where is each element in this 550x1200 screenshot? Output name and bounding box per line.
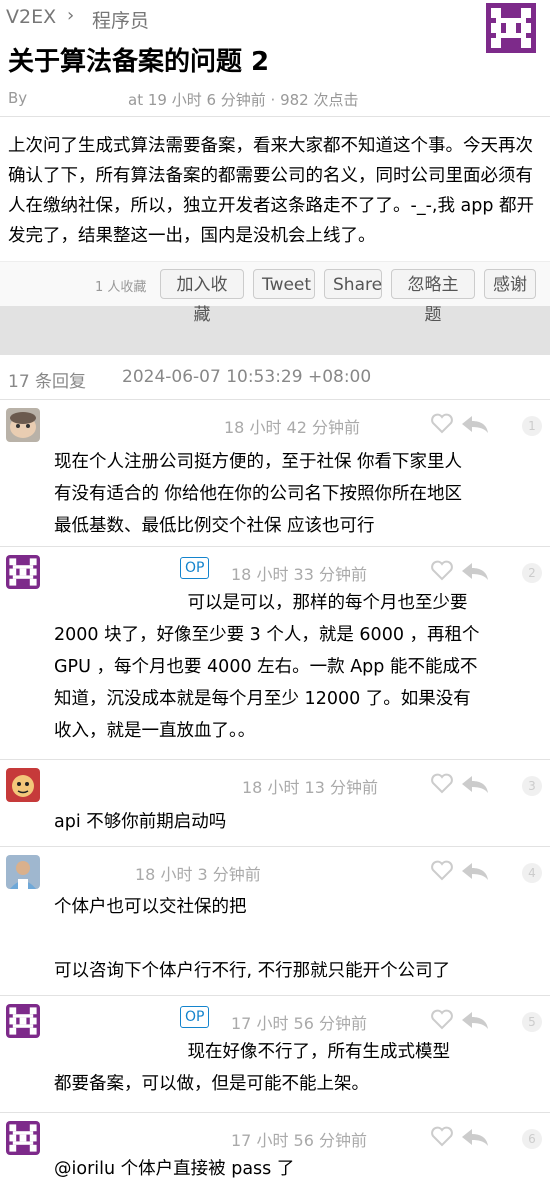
reply-icon[interactable] [460,414,490,434]
pixel-avatar-icon[interactable] [6,1004,40,1038]
share-button[interactable]: Share [324,269,382,299]
topic-actions: 1 人收藏 加入收藏 Tweet Share 忽略主题 感谢 [0,261,550,325]
reply-time: 18 小时 3 分钟前 [135,865,261,884]
v2ex-topic-page: V2EX › 程序员 关于算法备案的问题 2 By at 19 小时 6 分钟前… [0,0,550,1200]
reply-item: 17 小时 56 分钟前 6 @iorilu 个体户直接被 pass 了 [0,1113,550,1200]
pixel-avatar-icon[interactable] [6,555,40,589]
topic-box: V2EX › 程序员 关于算法备案的问题 2 By at 19 小时 6 分钟前… [0,0,550,325]
topic-title: 关于算法备案的问题 2 [8,47,270,77]
reply-item: OP 17 小时 56 分钟前 5 现在好像不行了，所有生成式模型 都要备案，可… [0,996,550,1113]
reply-time: 17 小时 56 分钟前 [231,1131,367,1150]
reply-time: 18 小时 33 分钟前 [231,565,367,584]
thank-button[interactable]: 感谢 [484,269,536,299]
reply-number: 2 [522,563,542,583]
op-badge: OP [180,1006,210,1028]
replies-datetime: 2024-06-07 10:53:29 +08:00 [122,367,372,387]
author-avatar-icon[interactable] [486,3,536,53]
tweet-button[interactable]: Tweet [253,269,315,299]
favorite-count: 1 人收藏 [95,280,147,295]
breadcrumb-site[interactable]: V2EX [6,6,56,28]
user-avatar-icon[interactable] [6,855,40,889]
user-avatar-icon[interactable] [6,408,40,442]
breadcrumb: V2EX › 程序员 [0,0,550,53]
reply-number: 5 [522,1012,542,1032]
user-avatar-icon[interactable] [6,768,40,802]
topic-content: 上次问了生成式算法需要备案，看来大家都不知道这个事。今天再次确认了下，所有算法备… [0,116,550,261]
breadcrumb-node[interactable]: 程序员 [92,6,149,33]
reply-number: 6 [522,1129,542,1149]
reply-content: 可以是可以，那样的每个月也至少要 2000 块了，好像至少要 3 个人，就是 6… [54,593,480,741]
reply-content: api 不够你前期启动吗 [54,812,227,832]
op-badge: OP [180,557,210,579]
breadcrumb-separator: › [67,5,75,26]
topic-meta-time: at 19 小时 6 分钟前 · 982 次点击 [128,91,359,109]
heart-icon[interactable] [430,859,454,881]
heart-icon[interactable] [430,1125,454,1147]
reply-content: @iorilu 个体户直接被 pass 了 [54,1159,295,1179]
reply-item: 18 小时 13 分钟前 3 api 不够你前期启动吗 [0,760,550,847]
reply-icon[interactable] [460,861,490,881]
reply-content: 现在个人注册公司挺方便的，至于社保 你看下家里人 有没有适合的 你给他在你的公司… [54,452,463,536]
reply-icon[interactable] [460,1010,490,1030]
ignore-topic-button[interactable]: 忽略主题 [391,269,475,325]
topic-meta: By at 19 小时 6 分钟前 · 982 次点击 [0,82,550,116]
reply-time: 18 小时 13 分钟前 [242,778,378,797]
reply-icon[interactable] [460,1127,490,1147]
reply-content: 现在好像不行了，所有生成式模型 都要备案，可以做，但是可能不能上架。 [54,1042,451,1094]
reply-number: 3 [522,776,542,796]
reply-count: 17 条回复 [8,372,87,392]
reply-time: 18 小时 42 分钟前 [224,418,360,437]
reply-time: 17 小时 56 分钟前 [231,1014,367,1033]
replies-box: 17 条回复 2024-06-07 10:53:29 +08:00 18 小时 … [0,355,550,1200]
reply-number: 1 [522,416,542,436]
favorite-button[interactable]: 加入收藏 [160,269,244,325]
heart-icon[interactable] [430,559,454,581]
reply-item: 18 小时 42 分钟前 1 现在个人注册公司挺方便的，至于社保 你看下家里人 … [0,400,550,547]
heart-icon[interactable] [430,412,454,434]
reply-item: 18 小时 3 分钟前 4 个体户也可以交社保的把 可以咨询下个体户行不行, 不… [0,847,550,996]
reply-number: 4 [522,863,542,883]
reply-icon[interactable] [460,774,490,794]
reply-item: OP 18 小时 33 分钟前 2 可以是可以，那样的每个月也至少要 2000 … [0,547,550,760]
replies-header: 17 条回复 2024-06-07 10:53:29 +08:00 [0,355,550,400]
reply-icon[interactable] [460,561,490,581]
heart-icon[interactable] [430,772,454,794]
heart-icon[interactable] [430,1008,454,1030]
topic-author-label: By [8,89,28,107]
pixel-avatar-icon[interactable] [6,1121,40,1155]
reply-content: 个体户也可以交社保的把 可以咨询下个体户行不行, 不行那就只能开个公司了 [54,897,451,981]
